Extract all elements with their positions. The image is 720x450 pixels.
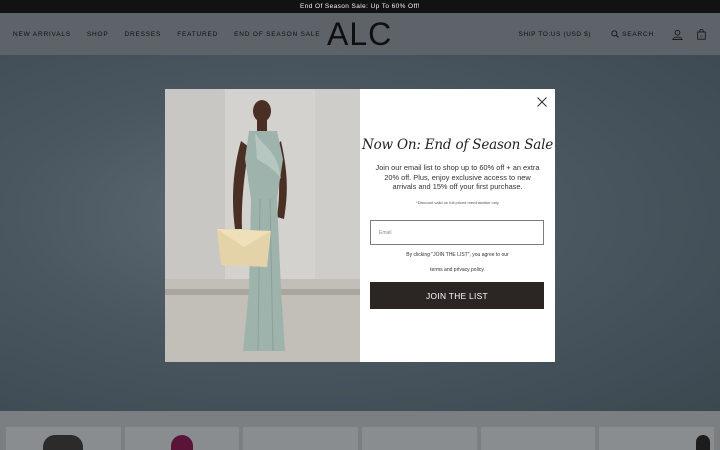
nav-shop[interactable]: SHOP xyxy=(87,31,109,38)
nav-new-arrivals[interactable]: NEW ARRIVALS xyxy=(13,31,71,38)
product-tile[interactable] xyxy=(480,427,596,450)
shopping-bag-icon: 0 xyxy=(697,28,706,40)
search-icon xyxy=(611,30,619,38)
join-the-list-button[interactable]: JOIN THE LIST xyxy=(370,282,544,309)
model-photo xyxy=(165,89,360,362)
brand-logo[interactable]: ALC xyxy=(327,18,392,50)
product-tile[interactable] xyxy=(243,427,359,450)
svg-text:0: 0 xyxy=(700,33,703,38)
nav-dresses[interactable]: DRESSES xyxy=(125,31,162,38)
main-nav: NEW ARRIVALS SHOP DRESSES FEATURED END O… xyxy=(13,13,320,55)
close-icon[interactable] xyxy=(536,96,548,108)
product-tile[interactable] xyxy=(124,427,240,450)
model-photo-illustration xyxy=(165,89,360,362)
modal-body-text: Join our email list to shop up to 60% of… xyxy=(375,163,540,192)
modal-content: Now On: End of Season Sale Join our emai… xyxy=(360,89,555,362)
announcement-text[interactable]: End Of Season Sale: Up To 60% Off! xyxy=(300,3,420,10)
ship-to-selector[interactable]: SHIP TO:US (USD $) xyxy=(519,31,592,38)
product-tile[interactable] xyxy=(599,427,715,450)
modal-headline: Now On: End of Season Sale xyxy=(361,137,554,153)
account-icon xyxy=(672,29,683,40)
cart-button[interactable]: 0 xyxy=(697,28,706,40)
search-label: SEARCH xyxy=(622,30,654,38)
announcement-bar[interactable]: End Of Season Sale: Up To 60% Off! xyxy=(0,0,720,13)
header-utilities: SHIP TO:US (USD $) SEARCH 0 xyxy=(519,13,706,55)
product-tile[interactable] xyxy=(362,427,477,450)
discount-disclaimer: *Discount valid on full priced merchandi… xyxy=(416,200,499,205)
legal-text: By clicking "JOIN THE LIST", you agree t… xyxy=(406,252,509,258)
email-signup-modal: Now On: End of Season Sale Join our emai… xyxy=(165,89,555,362)
site-header: NEW ARRIVALS SHOP DRESSES FEATURED END O… xyxy=(0,13,720,55)
nav-featured[interactable]: FEATURED xyxy=(177,31,218,38)
account-button[interactable] xyxy=(672,29,683,40)
product-tile[interactable] xyxy=(6,427,121,450)
terms-privacy-link[interactable]: terms and privacy policy. xyxy=(360,267,555,273)
nav-end-of-season-sale[interactable]: END OF SEASON SALE xyxy=(234,31,320,38)
search-button[interactable]: SEARCH xyxy=(611,30,654,38)
product-strip xyxy=(0,411,720,450)
email-field[interactable] xyxy=(370,220,544,245)
